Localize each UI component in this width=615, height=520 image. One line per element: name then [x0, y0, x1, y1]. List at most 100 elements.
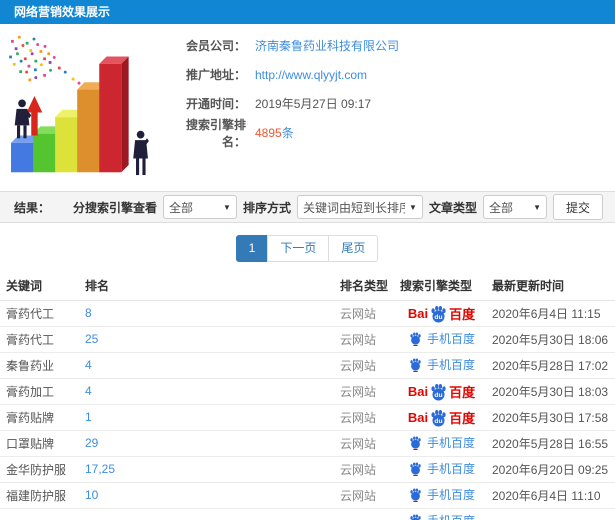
baidu-mobile-paw-icon	[410, 487, 421, 502]
rank-link[interactable]: 17,25	[85, 462, 115, 476]
rank-type-cell: 云网站	[340, 462, 377, 477]
updated-cell: 2020年5月30日 18:03	[492, 384, 609, 399]
page-1-button[interactable]: 1	[235, 235, 269, 262]
header-rank-type: 排名类型	[335, 272, 395, 301]
info-value: 4895	[255, 125, 282, 140]
page-title: 网络营销效果展示	[14, 5, 111, 19]
pagination-zone: 1 下一页 尾页	[0, 223, 615, 272]
keyword-cell: 金华防护服	[6, 462, 67, 477]
table-row: 金华防护服 17,25 云网站 Bai du 百度	[0, 456, 615, 483]
submit-button[interactable]: 提交	[552, 194, 603, 220]
rank-type-cell: 云网站	[340, 358, 377, 373]
member-info: 会员公司： 济南秦鲁药业科技有限公司 推广地址： http://www.qlyy…	[170, 24, 615, 191]
confetti-dots	[9, 35, 94, 95]
table-row: 膏药代工 25 云网站 Bai du 百度	[0, 326, 615, 353]
updated-cell: 2020年6月4日 11:10	[492, 488, 601, 503]
chevron-down-icon: ▼	[223, 202, 231, 212]
baidu-pc-logo-icon: Bai du 百度	[407, 383, 476, 401]
member-info-row: 搜索引擎排名： 4895 条	[170, 117, 615, 149]
updated-cell: 2020年6月20日 09:25	[492, 462, 609, 477]
keyword-cell: 膏药代工	[6, 306, 55, 321]
baidu-mobile-paw-icon	[410, 357, 421, 372]
baidu-paw-icon: du	[431, 383, 446, 401]
chevron-down-icon: ▼	[533, 202, 541, 212]
article-type-label: 文章类型	[428, 200, 477, 215]
baidu-pc-logo-icon: Bai du 百度	[407, 409, 476, 427]
svg-text:du: du	[435, 392, 443, 399]
header-keyword: 关键词	[0, 272, 80, 301]
rank-link[interactable]: 10	[85, 488, 98, 502]
table-row: 膏药代工 8 云网站 Bai du 百度 2020年6月4日 11:15	[0, 300, 615, 327]
baidu-mobile-paw-icon	[410, 331, 421, 346]
businessman-right	[133, 130, 149, 176]
rank-type-cell: 云网站	[340, 332, 377, 347]
svg-text:du: du	[435, 418, 443, 425]
sort-select-value: 关键词由短到长排序	[302, 200, 406, 215]
rank-link[interactable]: 4	[85, 358, 92, 372]
results-table-body: 膏药代工 8 云网站 Bai du 百度 2020年6月4日 11:15 膏药代…	[0, 300, 615, 520]
chevron-down-icon: ▼	[409, 202, 417, 212]
baidu-mobile-paw-icon	[410, 435, 421, 450]
next-page-button[interactable]: 下一页	[267, 235, 330, 262]
keyword-cell: 秦鲁药业	[6, 358, 55, 373]
baidu-mobile-paw-icon	[410, 461, 421, 476]
engine-select[interactable]: 全部 ▼	[162, 195, 237, 219]
rank-type-cell: 云网站	[340, 384, 377, 399]
rank-link[interactable]: 25	[85, 332, 98, 346]
info-label: 会员公司：	[185, 39, 246, 53]
updated-cell: 2020年5月28日 16:55	[492, 436, 609, 451]
filter-controls: 分搜索引擎查看 全部 ▼ 排序方式 关键词由短到长排序 ▼ 文章类型 全部 ▼ …	[73, 194, 603, 220]
table-row: 膏药贴牌 1 云网站 Bai du 百度 2020年5月30日 17:58	[0, 404, 615, 431]
rank-type-cell: 云网站	[340, 488, 377, 503]
rank-type-cell: 云网站	[340, 410, 377, 425]
updated-cell: 2020年6月4日 11:15	[492, 306, 601, 321]
filter-bar: 结果： 分搜索引擎查看 全部 ▼ 排序方式 关键词由短到长排序 ▼ 文章类型 全…	[0, 191, 615, 223]
rank-link[interactable]: 4	[85, 384, 92, 398]
engine-select-value: 全部	[168, 200, 193, 215]
updated-cell: 2020年5月28日 17:02	[492, 358, 609, 373]
info-value: http://www.qlyyjt.com	[255, 67, 368, 82]
pagination: 1 下一页 尾页	[235, 235, 379, 262]
keyword-cell: 膏药代工	[6, 332, 55, 347]
article-type-value: 全部	[488, 200, 513, 215]
sort-filter-label: 排序方式	[242, 200, 291, 215]
article-type-select[interactable]: 全部 ▼	[482, 195, 547, 219]
table-row: 口罩贴牌 29 云网站 Bai du 百度	[0, 430, 615, 457]
rank-type-cell: 云网站	[340, 306, 377, 321]
last-page-button[interactable]: 尾页	[328, 235, 379, 262]
rank-link[interactable]: 1	[85, 410, 92, 424]
hero-section: 会员公司： 济南秦鲁药业科技有限公司 推广地址： http://www.qlyy…	[0, 24, 615, 191]
businessman-left	[14, 99, 32, 139]
baidu-mobile-badge: 手机百度	[408, 330, 475, 347]
table-row: 秦鲁药业 4 云网站 Bai du 百度	[0, 352, 615, 379]
updated-cell: 2020年5月30日 18:06	[492, 332, 609, 347]
info-value: 2019年5月27日 09:17	[255, 97, 372, 111]
baidu-mobile-badge: 手机百度	[408, 356, 475, 373]
baidu-paw-icon: du	[431, 409, 446, 427]
rank-link[interactable]: 8	[85, 306, 92, 320]
sort-select[interactable]: 关键词由短到长排序 ▼	[296, 195, 423, 219]
info-label: 搜索引擎排名：	[185, 117, 246, 149]
engine-filter-label: 分搜索引擎查看	[72, 200, 157, 215]
keyword-cell: 口罩贴牌	[6, 436, 55, 451]
baidu-mobile-badge: 手机百度	[408, 486, 475, 503]
updated-cell: 2020年5月30日 17:58	[492, 410, 609, 425]
keyword-cell: 膏药贴牌	[6, 410, 55, 425]
rank-link[interactable]: 29	[85, 436, 98, 450]
marketing-illustration	[0, 24, 170, 191]
rank-type-cell: 云网站	[340, 436, 377, 451]
table-row: 福建防护服 10 云网站 Bai du 百度	[0, 482, 615, 509]
baidu-paw-icon: du	[431, 305, 446, 323]
baidu-mobile-badge: 手机百度	[408, 460, 475, 477]
result-label: 结果：	[14, 200, 51, 215]
info-value: 济南秦鲁药业科技有限公司	[255, 39, 400, 53]
header-rank: 排名	[80, 272, 335, 301]
baidu-mobile-badge: 手机百度	[408, 512, 475, 520]
info-label: 推广地址：	[185, 68, 246, 82]
info-suffix: 条	[281, 126, 294, 140]
table-row: Bai du 百度	[0, 508, 615, 520]
member-info-row: 推广地址： http://www.qlyyjt.com	[170, 60, 615, 89]
svg-text:du: du	[435, 314, 443, 321]
page-title-bar: 网络营销效果展示	[0, 0, 615, 24]
keyword-cell: 膏药加工	[6, 384, 55, 399]
